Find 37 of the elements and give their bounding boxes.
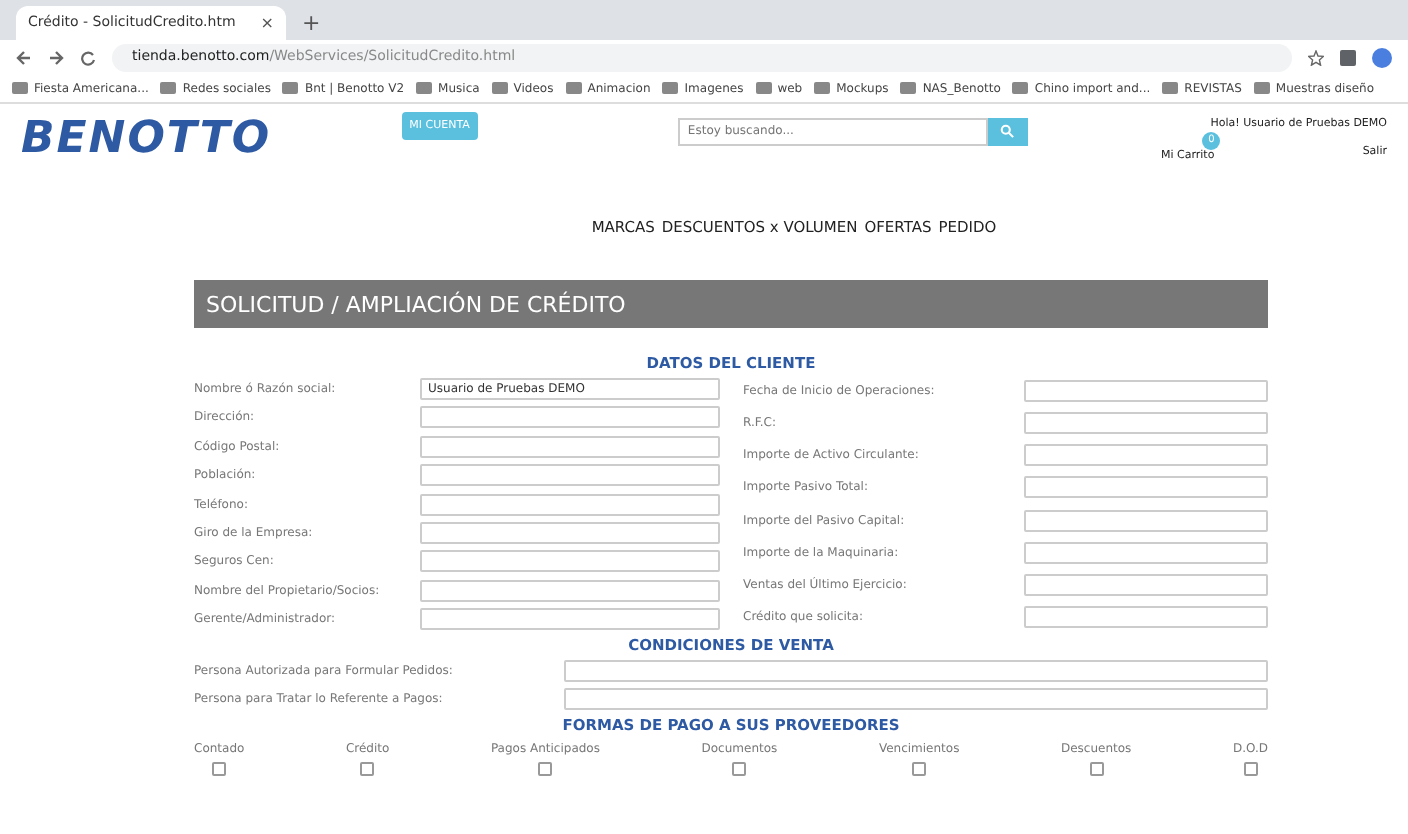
input-field[interactable] (1023, 509, 1268, 532)
input-field[interactable] (420, 435, 719, 458)
input-field[interactable] (564, 688, 1268, 711)
input-field[interactable] (420, 521, 719, 544)
profile-avatar[interactable] (1372, 48, 1392, 68)
input-field[interactable] (420, 579, 719, 602)
tab-close-button[interactable]: × (260, 11, 274, 35)
input-field[interactable] (1023, 606, 1268, 629)
input-field[interactable] (564, 659, 1268, 682)
reload-icon[interactable] (80, 50, 96, 66)
input-field[interactable] (1023, 574, 1268, 597)
input-field[interactable] (1023, 379, 1268, 402)
input-field[interactable] (420, 550, 719, 573)
input-field[interactable] (420, 493, 719, 516)
input-field[interactable] (1023, 476, 1268, 499)
input-field[interactable] (420, 608, 719, 631)
input-field[interactable] (420, 464, 719, 487)
checkbox[interactable] (912, 761, 927, 776)
input-field[interactable] (420, 406, 719, 429)
checkbox[interactable] (1089, 761, 1104, 776)
logo[interactable]: BENOTTO (21, 118, 272, 162)
search-icon (1000, 123, 1015, 138)
back-icon[interactable] (16, 50, 32, 66)
checkbox[interactable] (1243, 761, 1258, 776)
checkbox[interactable] (732, 761, 747, 776)
search-button[interactable] (987, 117, 1028, 145)
checkbox[interactable] (360, 761, 375, 776)
new-tab-button[interactable]: + (286, 6, 337, 40)
input-field[interactable] (1023, 541, 1268, 564)
forward-icon[interactable] (48, 50, 64, 66)
star-icon[interactable] (1308, 50, 1324, 66)
checkbox[interactable] (538, 761, 553, 776)
checkbox[interactable] (212, 761, 227, 776)
extensions-icon[interactable] (1340, 50, 1356, 66)
page-banner: SOLICITUD / AMPLIACIÓN DE CRÉDITO (194, 280, 1268, 328)
input-field[interactable] (1023, 444, 1268, 467)
input-field[interactable] (1023, 412, 1268, 435)
